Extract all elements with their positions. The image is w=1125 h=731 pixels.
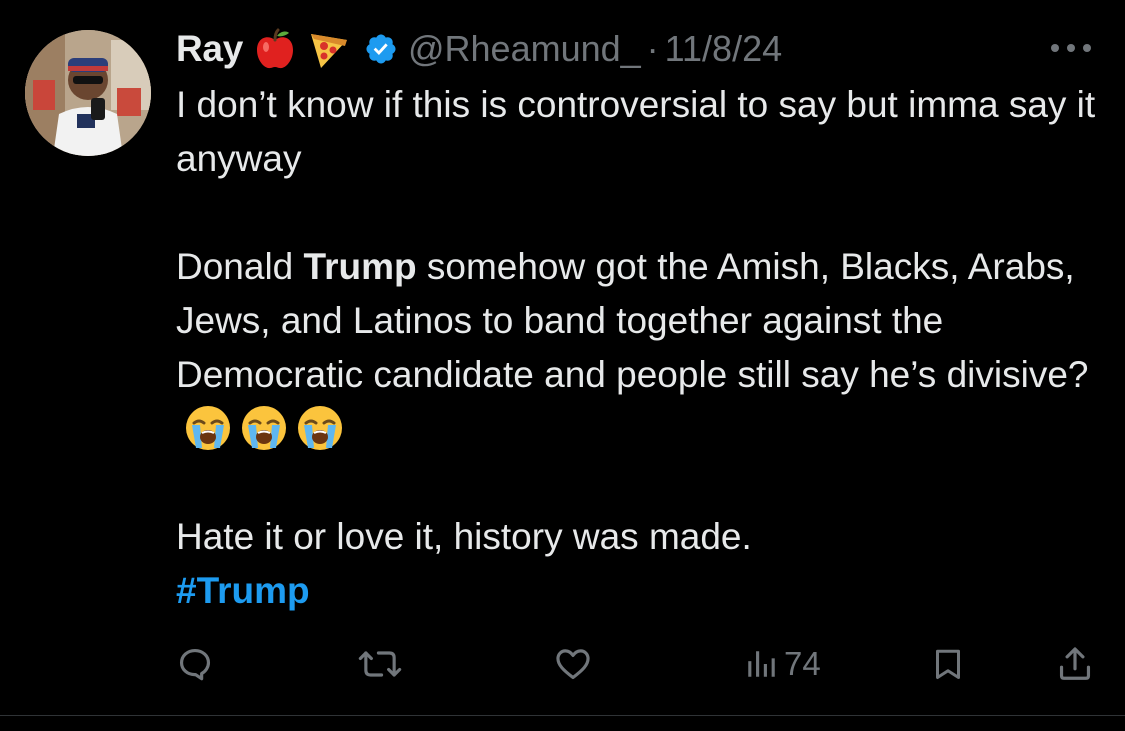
share-icon[interactable] [1056, 640, 1094, 688]
loudly-crying-face-emoji [240, 404, 288, 452]
action-bar: 74 [0, 640, 1125, 690]
tweet[interactable]: Ray @Rheamund_ · 11/8/24 I don’t know if… [0, 0, 1125, 731]
views-count: 74 [784, 645, 821, 682]
divider [0, 715, 1125, 716]
tweet-paragraph-2: Donald Trump somehow got the Amish, Blac… [176, 240, 1111, 456]
loudly-crying-face-emoji [184, 404, 232, 452]
separator-dot: · [646, 28, 659, 69]
tweet-paragraph-1: I don’t know if this is controversial to… [176, 84, 1096, 179]
apple-emoji [255, 28, 295, 70]
views-button[interactable]: 74 [744, 640, 821, 688]
tweet-header: Ray @Rheamund_ · 11/8/24 [176, 24, 782, 74]
loudly-crying-face-emoji [296, 404, 344, 452]
heart-icon[interactable] [553, 640, 593, 688]
reply-icon[interactable] [176, 640, 214, 688]
retweet-icon[interactable] [358, 640, 402, 688]
avatar[interactable] [25, 30, 151, 156]
verified-badge-icon[interactable] [364, 32, 398, 66]
bookmark-icon[interactable] [930, 640, 966, 688]
author-name[interactable]: Ray [176, 28, 243, 70]
hashtag-link[interactable]: #Trump [176, 570, 310, 611]
text-segment: Donald [176, 246, 304, 287]
tweet-paragraph-3: Hate it or love it, history was made. [176, 516, 752, 557]
author-handle[interactable]: @Rheamund_ [408, 28, 641, 70]
tweet-text: I don’t know if this is controversial to… [176, 78, 1111, 618]
pizza-emoji [307, 28, 351, 70]
bold-word: Trump [303, 246, 417, 287]
views-icon [744, 647, 778, 681]
more-options-icon[interactable] [1048, 38, 1094, 58]
tweet-date[interactable]: 11/8/24 [665, 28, 782, 70]
